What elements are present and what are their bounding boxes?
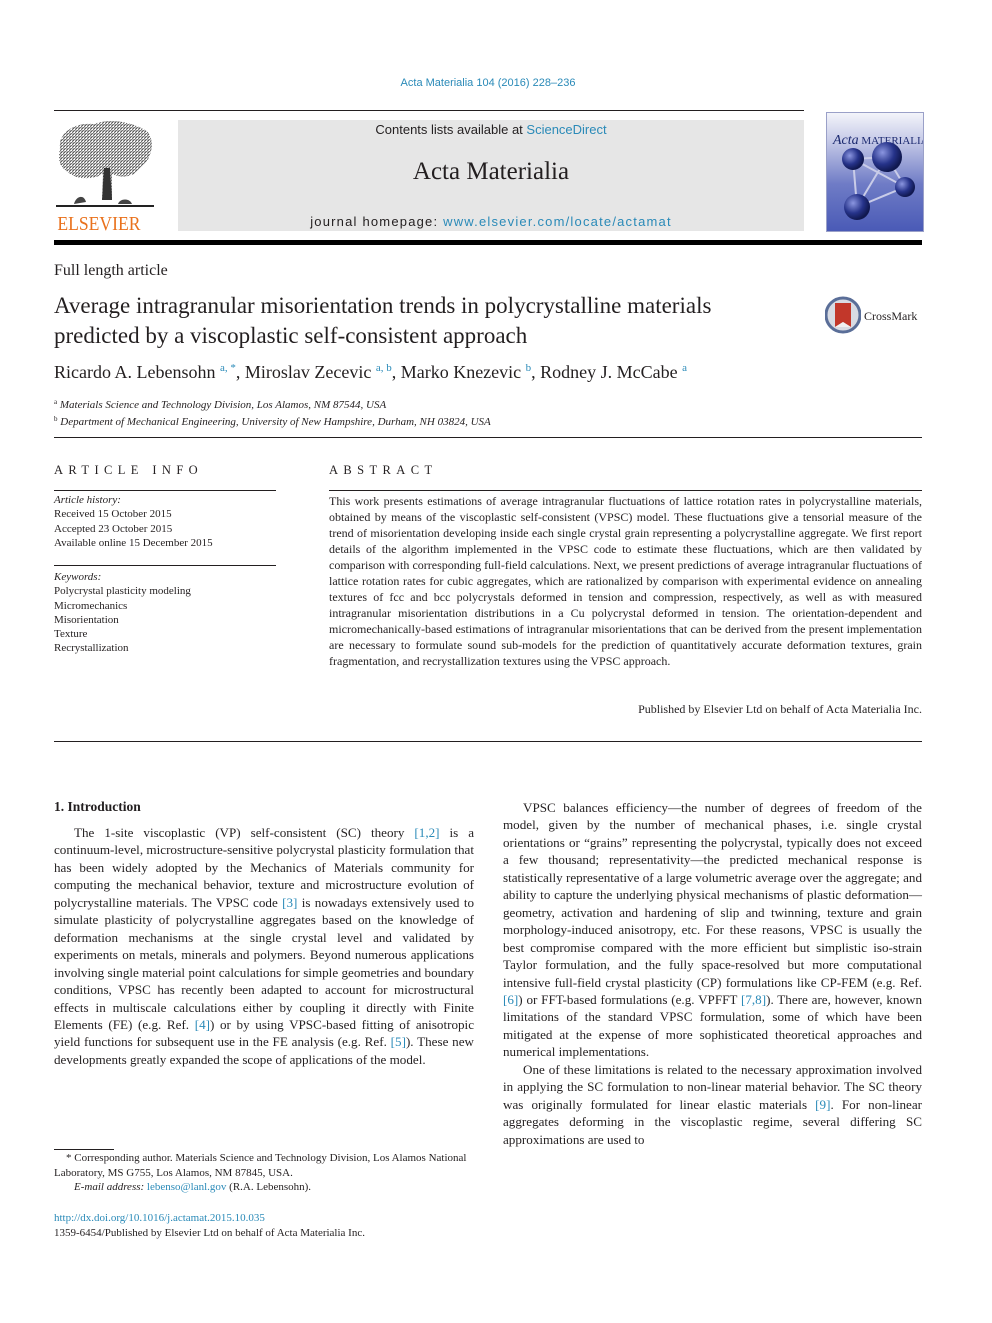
header-rule — [54, 110, 804, 111]
doi-block: http://dx.doi.org/10.1016/j.actamat.2015… — [54, 1211, 365, 1241]
author[interactable]: Ricardo A. Lebensohn — [54, 362, 215, 382]
affiliations: a Materials Science and Technology Divis… — [54, 395, 491, 429]
author-list: Ricardo A. Lebensohn a, *, Miroslav Zece… — [54, 362, 687, 383]
journal-cover-image[interactable]: Acta MATERIALIA — [826, 112, 924, 232]
author-affiliation-mark[interactable]: a — [682, 362, 687, 374]
homepage-prefix: journal homepage: — [310, 214, 444, 229]
contents-prefix: Contents lists available at — [375, 122, 527, 137]
title-block-rule — [54, 437, 922, 438]
affiliation: a Materials Science and Technology Divis… — [54, 395, 491, 412]
author-affiliation-mark[interactable]: a, * — [220, 362, 236, 374]
body-text: VPSC balances efficiency—the number of d… — [503, 800, 922, 990]
molecule-graphic-icon — [842, 142, 915, 220]
masthead-bottom-rule — [54, 240, 922, 245]
journal-citation-link[interactable]: Acta Materialia 104 (2016) 228–236 — [0, 77, 976, 89]
contents-line: Contents lists available at ScienceDirec… — [178, 122, 804, 137]
body-text: ) or FFT-based formulations (e.g. VPFFT — [518, 991, 741, 1007]
abstract-text: This work presents estimations of averag… — [329, 494, 922, 668]
abstract-publisher-note: Published by Elsevier Ltd on behalf of A… — [638, 702, 922, 716]
keyword: Micromechanics — [54, 599, 128, 612]
abstract-bottom-rule — [54, 741, 922, 742]
reference-link[interactable]: [5] — [391, 1034, 406, 1049]
elsevier-wordmark: ELSEVIER — [57, 213, 141, 235]
author[interactable]: Marko Knezevic — [401, 362, 521, 382]
reference-link[interactable]: [7,8] — [741, 992, 766, 1007]
author-separator: , — [235, 362, 245, 382]
email-label: E-mail address: — [74, 1181, 147, 1194]
elsevier-logo[interactable]: ELSEVIER — [54, 118, 156, 235]
body-paragraph: The 1-site viscoplastic (VP) self-consis… — [54, 824, 474, 1068]
history-item: Accepted 23 October 2015 — [54, 522, 173, 535]
journal-title: Acta Materialia — [412, 158, 570, 185]
body-text: The 1-site viscoplastic (VP) self-consis… — [74, 825, 415, 840]
keywords-label: Keywords: — [54, 571, 102, 583]
keywords: Keywords: Polycrystal plasticity modelin… — [54, 570, 191, 656]
body-column-right: VPSC balances efficiency—the number of d… — [503, 799, 922, 1148]
affiliation-text: Materials Science and Technology Divisio… — [59, 399, 387, 411]
author-separator: , — [531, 362, 541, 382]
article-type: Full length article — [54, 262, 168, 279]
keyword: Texture — [54, 628, 88, 641]
corresponding-author-note: * Corresponding author. Materials Scienc… — [54, 1152, 467, 1179]
body-paragraph: One of these limitations is related to t… — [503, 1061, 922, 1148]
affiliation-mark: b — [54, 415, 58, 423]
affiliation-mark: a — [54, 398, 58, 406]
article-history-label: Article history: — [54, 494, 121, 506]
doi-link[interactable]: http://dx.doi.org/10.1016/j.actamat.2015… — [54, 1211, 365, 1226]
sciencedirect-link[interactable]: ScienceDirect — [526, 122, 606, 137]
email-note: E-mail address: lebenso@lanl.gov (R.A. L… — [54, 1180, 474, 1195]
affiliation-text: Department of Mechanical Engineering, Un… — [60, 416, 491, 428]
article-title: Average intragranular misorientation tre… — [54, 293, 712, 348]
crossmark-icon — [825, 296, 861, 334]
body-column-left: The 1-site viscoplastic (VP) self-consis… — [54, 824, 474, 1068]
article-info-heading: ARTICLE INFO — [54, 463, 204, 477]
author[interactable]: Rodney J. McCabe — [540, 362, 677, 382]
reference-link[interactable]: [3] — [282, 895, 297, 910]
crossmark-label: CrossMark — [864, 309, 918, 323]
history-item: Received 15 October 2015 — [54, 508, 172, 521]
journal-homepage-link[interactable]: www.elsevier.com/locate/actamat — [443, 214, 672, 229]
author-separator: , — [391, 362, 401, 382]
body-paragraph: VPSC balances efficiency—the number of d… — [503, 799, 922, 1061]
footnotes: * Corresponding author. Materials Scienc… — [54, 1151, 474, 1195]
body-text: is nowadays extensively used to simulate… — [54, 894, 474, 1032]
elsevier-tree-icon — [56, 121, 154, 207]
author[interactable]: Miroslav Zecevic — [245, 362, 371, 382]
affiliation: b Department of Mechanical Engineering, … — [54, 412, 491, 429]
abstract-heading: ABSTRACT — [329, 463, 438, 477]
author-affiliation-mark[interactable]: a, b — [376, 362, 392, 374]
article-info-rule — [54, 490, 276, 491]
abstract-rule — [329, 490, 922, 491]
keywords-rule — [54, 565, 276, 566]
history-item: Available online 15 December 2015 — [54, 536, 213, 549]
crossmark-button[interactable]: CrossMark — [825, 296, 925, 334]
section-heading-introduction: 1. Introduction — [54, 799, 141, 814]
homepage-line: journal homepage: www.elsevier.com/locat… — [178, 214, 804, 229]
reference-link[interactable]: [6] — [503, 992, 518, 1007]
reference-link[interactable]: [9] — [815, 1097, 830, 1112]
email-suffix: (R.A. Lebensohn). — [226, 1181, 312, 1194]
article-history: Article history: Received 15 October 201… — [54, 493, 213, 550]
keyword: Misorientation — [54, 613, 119, 626]
journal-masthead: Contents lists available at ScienceDirec… — [178, 120, 804, 231]
footnote-rule — [54, 1149, 114, 1150]
keyword: Polycrystal plasticity modeling — [54, 585, 191, 598]
email-link[interactable]: lebenso@lanl.gov — [147, 1181, 226, 1193]
issn-line: 1359-6454/Published by Elsevier Ltd on b… — [54, 1227, 365, 1239]
keyword: Recrystallization — [54, 642, 129, 655]
reference-link[interactable]: [1,2] — [414, 825, 439, 840]
reference-link[interactable]: [4] — [195, 1017, 210, 1032]
